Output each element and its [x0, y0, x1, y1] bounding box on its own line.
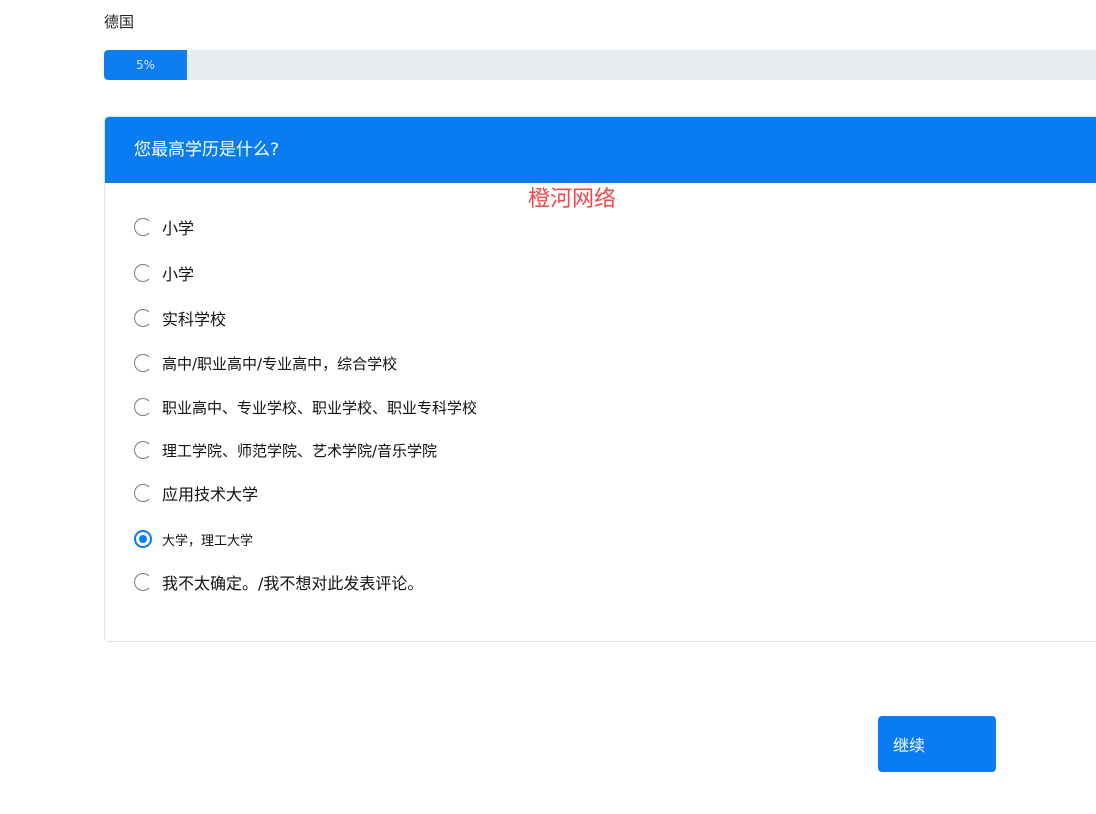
option-label: 应用技术大学	[162, 485, 259, 504]
option-label: 我不太确定。/我不想对此发表评论。	[162, 574, 424, 593]
country-label: 德国	[104, 13, 135, 31]
option-label: 小学	[162, 219, 195, 238]
watermark-text: 橙河网络	[528, 187, 617, 212]
radio-button[interactable]	[134, 573, 152, 591]
option-7[interactable]: 应用技术大学	[134, 479, 258, 507]
radio-button[interactable]	[134, 309, 152, 327]
option-label: 理工学院、师范学院、艺术学院/音乐学院	[162, 441, 438, 460]
option-6[interactable]: 理工学院、师范学院、艺术学院/音乐学院	[134, 436, 437, 464]
option-label: 职业高中、专业学校、职业学校、职业专科学校	[162, 398, 478, 417]
radio-button[interactable]	[134, 398, 152, 416]
question-card: 您最高学历是什么? 橙河网络 小学 小学 实科学校 高中/职业高中/专业高中，综…	[104, 116, 1096, 642]
option-4[interactable]: 高中/职业高中/专业高中，综合学校	[134, 349, 397, 377]
option-label: 小学	[162, 265, 195, 284]
continue-button[interactable]: 继续	[878, 716, 996, 772]
option-label: 大学，理工大学	[162, 533, 254, 549]
option-3[interactable]: 实科学校	[134, 304, 226, 332]
option-1[interactable]: 小学	[134, 213, 194, 241]
radio-button[interactable]	[134, 264, 152, 282]
radio-button[interactable]	[134, 354, 152, 372]
radio-button[interactable]	[134, 441, 152, 459]
progress-bar: 5%	[104, 50, 1096, 80]
progress-fill: 5%	[104, 50, 187, 80]
question-title: 您最高学历是什么?	[105, 117, 1096, 183]
radio-button[interactable]	[134, 218, 152, 236]
option-5[interactable]: 职业高中、专业学校、职业学校、职业专科学校	[134, 393, 477, 421]
radio-button-selected[interactable]	[134, 530, 152, 548]
radio-button[interactable]	[134, 484, 152, 502]
option-2[interactable]: 小学	[134, 259, 194, 287]
option-9[interactable]: 我不太确定。/我不想对此发表评论。	[134, 568, 423, 596]
option-label: 高中/职业高中/专业高中，综合学校	[162, 354, 398, 373]
option-8[interactable]: 大学，理工大学	[134, 525, 253, 553]
option-label: 实科学校	[162, 310, 227, 329]
